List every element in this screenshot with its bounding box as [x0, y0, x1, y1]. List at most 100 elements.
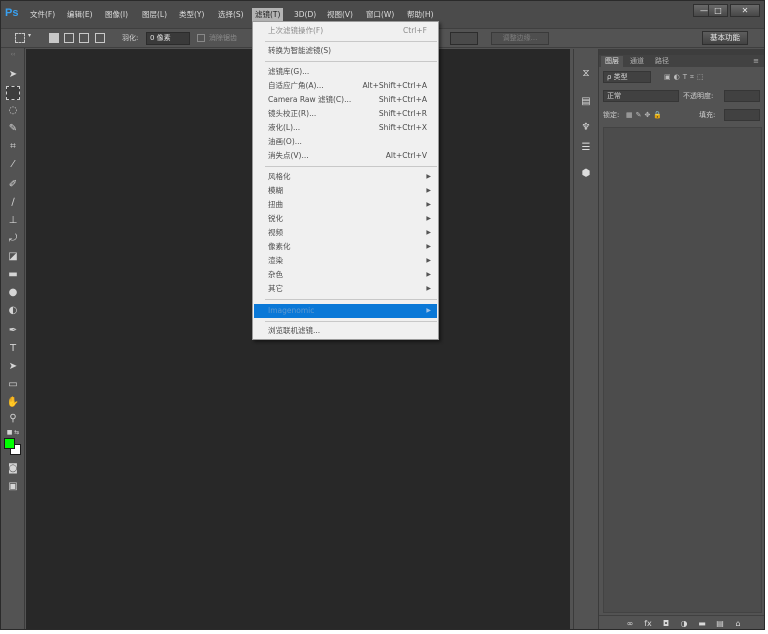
submenu-arrow-icon: ▶ — [426, 285, 431, 292]
antialias-label: 消除锯齿 — [209, 34, 237, 42]
menu-item-adaptive-wide-angle[interactable]: 自适应广角(A)... Alt+Shift+Ctrl+A — [254, 79, 437, 93]
panel-menu-icon[interactable]: ≡ — [749, 56, 763, 67]
menu-item-liquify[interactable]: 液化(L)... Shift+Ctrl+X — [254, 121, 437, 135]
add-selection-icon[interactable] — [64, 33, 74, 43]
menu-image[interactable]: 图像(I) — [102, 8, 131, 21]
zoom-tool-icon[interactable]: ⚲ — [6, 412, 20, 426]
menu-window[interactable]: 窗口(W) — [363, 8, 397, 21]
gradient-tool-icon[interactable]: ▬ — [6, 268, 20, 282]
chevron-down-icon[interactable]: ▾ — [28, 32, 31, 39]
menu-item-noise[interactable]: 杂色 ▶ — [254, 268, 437, 282]
new-group-icon[interactable]: ▬ — [697, 619, 707, 629]
screen-mode-icon[interactable]: ▣ — [6, 480, 20, 494]
rectangle-tool-icon[interactable]: ▭ — [6, 378, 20, 392]
menu-item-stylize[interactable]: 风格化 ▶ — [254, 170, 437, 184]
height-field[interactable] — [450, 32, 478, 45]
menu-item-vanishing-point[interactable]: 消失点(V)... Alt+Ctrl+V — [254, 149, 437, 163]
filter-kind-select[interactable]: ρ 类型 — [603, 71, 651, 83]
properties-panel-icon[interactable]: ▤ — [579, 95, 593, 109]
menu-item-filter-gallery[interactable]: 滤镜库(G)... — [254, 65, 437, 79]
link-layers-icon[interactable]: ∞ — [625, 619, 635, 629]
menu-item-pixelate[interactable]: 像素化 ▶ — [254, 240, 437, 254]
marquee-preset-icon[interactable] — [15, 33, 25, 43]
menu-select[interactable]: 选择(S) — [215, 8, 247, 21]
add-mask-icon[interactable]: ◘ — [661, 619, 671, 629]
menu-item-distort[interactable]: 扭曲 ▶ — [254, 198, 437, 212]
intersect-selection-icon[interactable] — [95, 33, 105, 43]
menu-item-other[interactable]: 其它 ▶ — [254, 282, 437, 296]
clone-stamp-tool-icon[interactable]: ⊥ — [6, 214, 20, 228]
new-selection-icon[interactable] — [49, 33, 59, 43]
menu-item-blur[interactable]: 模糊 ▶ — [254, 184, 437, 198]
workspace-button[interactable]: 基本功能 — [702, 31, 748, 45]
marquee-tool-icon[interactable] — [6, 86, 20, 100]
submenu-arrow-icon: ▶ — [426, 201, 431, 208]
adjustment-layer-icon[interactable]: ◑ — [679, 619, 689, 629]
quick-select-tool-icon[interactable]: ✎ — [6, 122, 20, 136]
menu-layer[interactable]: 图层(L) — [139, 8, 170, 21]
tab-channels[interactable]: 通道 — [626, 56, 648, 67]
menu-item-camera-raw[interactable]: Camera Raw 滤镜(C)... Shift+Ctrl+A — [254, 93, 437, 107]
adjustments-panel-icon[interactable]: ☰ — [579, 141, 593, 155]
menu-item-render[interactable]: 渲染 ▶ — [254, 254, 437, 268]
tab-paths[interactable]: 路径 — [651, 56, 673, 67]
feather-label: 羽化: — [122, 34, 139, 42]
fill-input[interactable] — [724, 109, 760, 121]
menu-filter[interactable]: 滤镜(T) — [252, 8, 284, 21]
menu-item-last-filter[interactable]: 上次滤镜操作(F) Ctrl+F — [254, 24, 437, 38]
menu-item-lens-correction[interactable]: 镜头校正(R)... Shift+Ctrl+R — [254, 107, 437, 121]
feather-input[interactable]: 0 像素 — [146, 32, 190, 45]
menu-item-sharpen[interactable]: 锐化 ▶ — [254, 212, 437, 226]
submenu-arrow-icon: ▶ — [426, 229, 431, 236]
menu-separator — [265, 41, 437, 42]
menu-item-imagenomic[interactable]: Imagenomic ▶ — [254, 304, 437, 318]
pen-tool-icon[interactable]: ✒ — [6, 324, 20, 338]
hand-tool-icon[interactable]: ✋ — [6, 396, 20, 410]
eyedropper-tool-icon[interactable]: ⁄ — [6, 158, 20, 172]
close-button[interactable]: ✕ — [730, 4, 760, 17]
submenu-arrow-icon: ▶ — [426, 307, 431, 314]
antialias-checkbox[interactable] — [197, 34, 205, 42]
history-brush-tool-icon[interactable]: ⤾ — [6, 232, 20, 246]
layers-footer: ∞ fx ◘ ◑ ▬ ▤ ⌂ — [599, 615, 764, 629]
fx-icon[interactable]: fx — [643, 619, 653, 629]
tab-layers[interactable]: 图层 — [601, 56, 623, 67]
filter-icons[interactable]: ▣◐T⌗⬚ — [664, 71, 707, 84]
layers-list[interactable] — [603, 127, 762, 613]
move-tool-icon[interactable]: ➤ — [6, 68, 20, 82]
foreground-color-swatch[interactable] — [4, 438, 15, 449]
menu-item-video[interactable]: 视频 ▶ — [254, 226, 437, 240]
opacity-input[interactable] — [724, 90, 760, 102]
menu-separator — [265, 299, 437, 300]
refine-edge-button[interactable]: 调整边缘... — [491, 32, 549, 45]
type-tool-icon[interactable]: T — [6, 342, 20, 356]
brush-tool-icon[interactable]: ∕ — [6, 196, 20, 210]
dodge-tool-icon[interactable]: ◐ — [6, 304, 20, 318]
lasso-tool-icon[interactable]: ◌ — [6, 104, 20, 118]
crop-tool-icon[interactable]: ⌗ — [6, 140, 20, 154]
3d-panel-icon[interactable]: ⬢ — [579, 167, 593, 181]
blur-tool-icon[interactable]: ● — [6, 286, 20, 300]
quick-mask-icon[interactable]: ◙ — [6, 462, 20, 476]
menu-item-browse-online-filters[interactable]: 浏览联机滤镜... — [254, 324, 437, 338]
healing-brush-tool-icon[interactable]: ✐ — [6, 178, 20, 192]
menu-3d[interactable]: 3D(D) — [291, 8, 319, 21]
menu-item-oil-paint[interactable]: 油画(O)... — [254, 135, 437, 149]
menu-view[interactable]: 视图(V) — [324, 8, 356, 21]
lock-icons[interactable]: ▦✎✥🔒 — [626, 109, 665, 122]
info-panel-icon[interactable]: ♆ — [579, 121, 593, 135]
menu-file[interactable]: 文件(F) — [27, 8, 58, 21]
menu-help[interactable]: 帮助(H) — [404, 8, 437, 21]
maximize-button[interactable]: □ — [708, 4, 728, 17]
menu-item-smart-filter[interactable]: 转换为智能滤镜(S) — [254, 44, 437, 58]
menu-edit[interactable]: 编辑(E) — [64, 8, 96, 21]
new-layer-icon[interactable]: ▤ — [715, 619, 725, 629]
history-panel-icon[interactable]: ⧖ — [579, 67, 593, 81]
collapse-icon[interactable]: ‹‹ — [6, 52, 20, 58]
subtract-selection-icon[interactable] — [79, 33, 89, 43]
eraser-tool-icon[interactable]: ◪ — [6, 250, 20, 264]
blend-mode-select[interactable]: 正常 — [603, 90, 679, 102]
menu-type[interactable]: 类型(Y) — [176, 8, 207, 21]
trash-icon[interactable]: ⌂ — [733, 619, 743, 629]
path-select-tool-icon[interactable]: ➤ — [6, 360, 20, 374]
